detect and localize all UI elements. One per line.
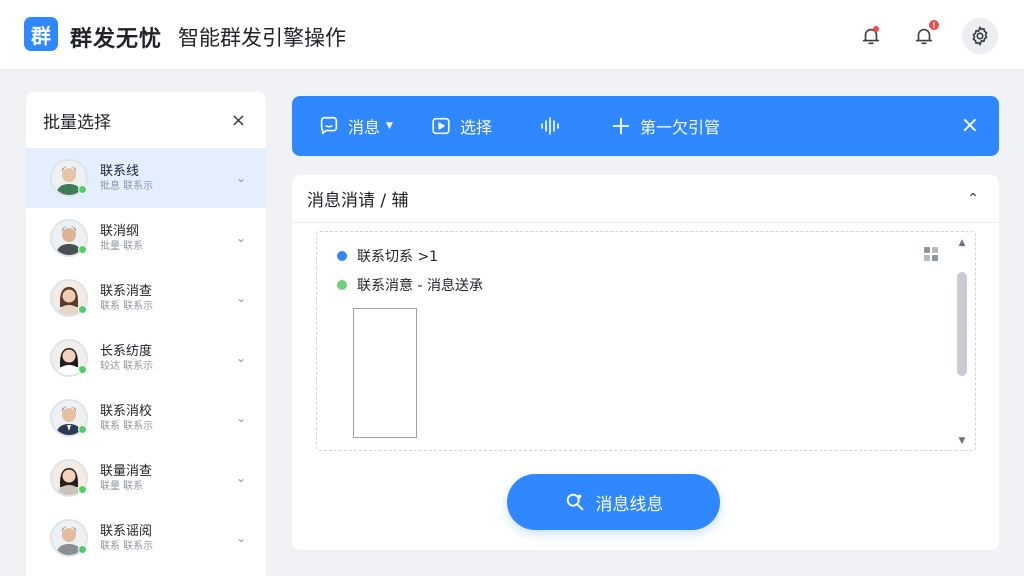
message-line: 联系切系 >1 <box>337 246 438 266</box>
green-status-dot <box>337 280 347 290</box>
contact-subtitle: 较达 联系示 <box>100 360 154 372</box>
app-name: 群发无忧 <box>70 27 163 52</box>
message-line-text: 联系消意 - 消息送承 <box>357 278 483 294</box>
message-menu-button[interactable]: 消息 ▼ <box>318 96 393 156</box>
app-header: 群 群发无忧 智能群发引擎操作 ! <box>0 0 1024 70</box>
avatar <box>50 279 88 317</box>
contact-item[interactable]: 联系谣阅 联系 联系示 ⌄ <box>26 508 266 568</box>
plus-icon <box>612 117 630 135</box>
contact-item[interactable]: 联系消校 联系 联系示 ⌄ <box>26 388 266 448</box>
media-preview-placeholder[interactable] <box>353 308 417 438</box>
contact-name: 联系消校 <box>100 403 153 419</box>
online-status-dot <box>78 185 87 194</box>
alert-dot <box>873 26 879 32</box>
gear-icon <box>972 26 988 46</box>
audio-wave-icon <box>541 117 559 135</box>
add-guide-label: 第一欠引管 <box>640 118 721 137</box>
avatar <box>50 339 88 377</box>
contact-item[interactable]: 联系线 批息 联系示 ⌄ <box>26 148 266 208</box>
online-status-dot <box>78 305 87 314</box>
message-icon <box>320 116 338 135</box>
scrollbar[interactable]: ▲ ▼ <box>955 238 969 446</box>
scroll-up-icon[interactable]: ▲ <box>955 238 969 248</box>
contact-item[interactable]: 联系消查 联系 联系示 ⌄ <box>26 268 266 328</box>
send-message-label: 消息线息 <box>595 494 664 514</box>
contact-subtitle: 联系 联系示 <box>100 540 154 552</box>
chevron-up-icon[interactable]: ⌃ <box>967 191 979 207</box>
contact-sidebar: 批量选择 × 联系线 批息 联系示 ⌄ 联消纲 批量·联系 ⌄ 联系消查 联系 … <box>26 92 266 576</box>
chevron-down-icon[interactable]: ⌄ <box>236 231 246 245</box>
select-icon <box>432 117 450 135</box>
scrollbar-thumb[interactable] <box>957 272 967 376</box>
select-button[interactable]: 选择 <box>430 96 492 156</box>
sidebar-header: 批量选择 × <box>26 92 266 148</box>
contact-subtitle: 联系 联系示 <box>100 420 154 432</box>
select-label: 选择 <box>460 118 493 137</box>
toolbar-close-button[interactable]: × <box>961 113 979 138</box>
blue-status-dot <box>337 251 347 261</box>
chevron-down-icon[interactable]: ⌄ <box>236 291 246 305</box>
sidebar-title: 批量选择 <box>43 112 111 133</box>
message-editor[interactable]: 联系切系 >1 联系消意 - 消息送承 ▲ ▼ <box>316 231 976 451</box>
online-status-dot <box>78 245 87 254</box>
contact-item[interactable]: 长系纺度 较达 联系示 ⌄ <box>26 328 266 388</box>
contact-subtitle: 联量 联系 <box>100 480 144 492</box>
bell-alert-button[interactable] <box>853 18 889 54</box>
avatar <box>50 219 88 257</box>
avatar <box>50 459 88 497</box>
avatar <box>50 519 88 557</box>
message-panel: 消息消请 / 辅 ⌃ 联系切系 >1 联系消意 - 消息送承 ▲ ▼ 消息线息 <box>292 175 999 550</box>
contact-subtitle: 批息 联系示 <box>100 180 154 192</box>
voice-button[interactable] <box>538 96 570 156</box>
contact-name: 联系消查 <box>100 283 153 299</box>
message-menu-label: 消息 <box>348 118 381 137</box>
chevron-down-icon[interactable]: ⌄ <box>236 171 246 185</box>
panel-title: 消息消请 / 辅 <box>307 191 409 211</box>
online-status-dot <box>78 425 87 434</box>
contact-item[interactable]: 联量消查 联量 联系 ⌄ <box>26 448 266 508</box>
settings-button[interactable] <box>962 18 998 54</box>
app-logo: 群 <box>24 17 58 51</box>
contact-name: 长系纺度 <box>100 343 153 359</box>
contact-name: 联消纲 <box>100 223 140 239</box>
contact-subtitle: 批量·联系 <box>100 240 144 252</box>
app-subtitle: 智能群发引擎操作 <box>178 26 346 50</box>
caret-down-icon: ▼ <box>386 121 393 131</box>
online-status-dot <box>78 365 87 374</box>
chevron-down-icon[interactable]: ⌄ <box>236 471 246 485</box>
contact-subtitle: 联系 联系示 <box>100 300 154 312</box>
panel-header: 消息消请 / 辅 ⌃ <box>292 175 999 223</box>
chevron-down-icon[interactable]: ⌄ <box>236 351 246 365</box>
action-toolbar: 消息 ▼ 选择 第一欠引管 × <box>292 96 999 156</box>
chevron-down-icon[interactable]: ⌄ <box>236 411 246 425</box>
avatar <box>50 159 88 197</box>
contact-item[interactable]: 联消纲 批量·联系 ⌄ <box>26 208 266 268</box>
contact-name: 联系线 <box>100 163 140 179</box>
contact-name: 联系谣阅 <box>100 523 153 539</box>
contact-name: 联量消查 <box>100 463 153 479</box>
message-line-text: 联系切系 >1 <box>357 249 439 265</box>
search-icon <box>566 493 583 511</box>
scroll-down-icon[interactable]: ▼ <box>955 436 969 446</box>
chevron-down-icon[interactable]: ⌄ <box>236 531 246 545</box>
sidebar-close-button[interactable]: × <box>231 110 246 131</box>
avatar <box>50 399 88 437</box>
notifications-button[interactable]: ! <box>906 18 942 54</box>
notification-badge: ! <box>928 19 940 31</box>
online-status-dot <box>78 545 87 554</box>
puzzle-icon[interactable] <box>923 246 939 262</box>
online-status-dot <box>78 485 87 494</box>
add-guide-button[interactable]: 第一欠引管 <box>610 96 720 156</box>
message-line: 联系消意 - 消息送承 <box>337 275 483 295</box>
send-message-button[interactable]: 消息线息 <box>507 474 720 530</box>
